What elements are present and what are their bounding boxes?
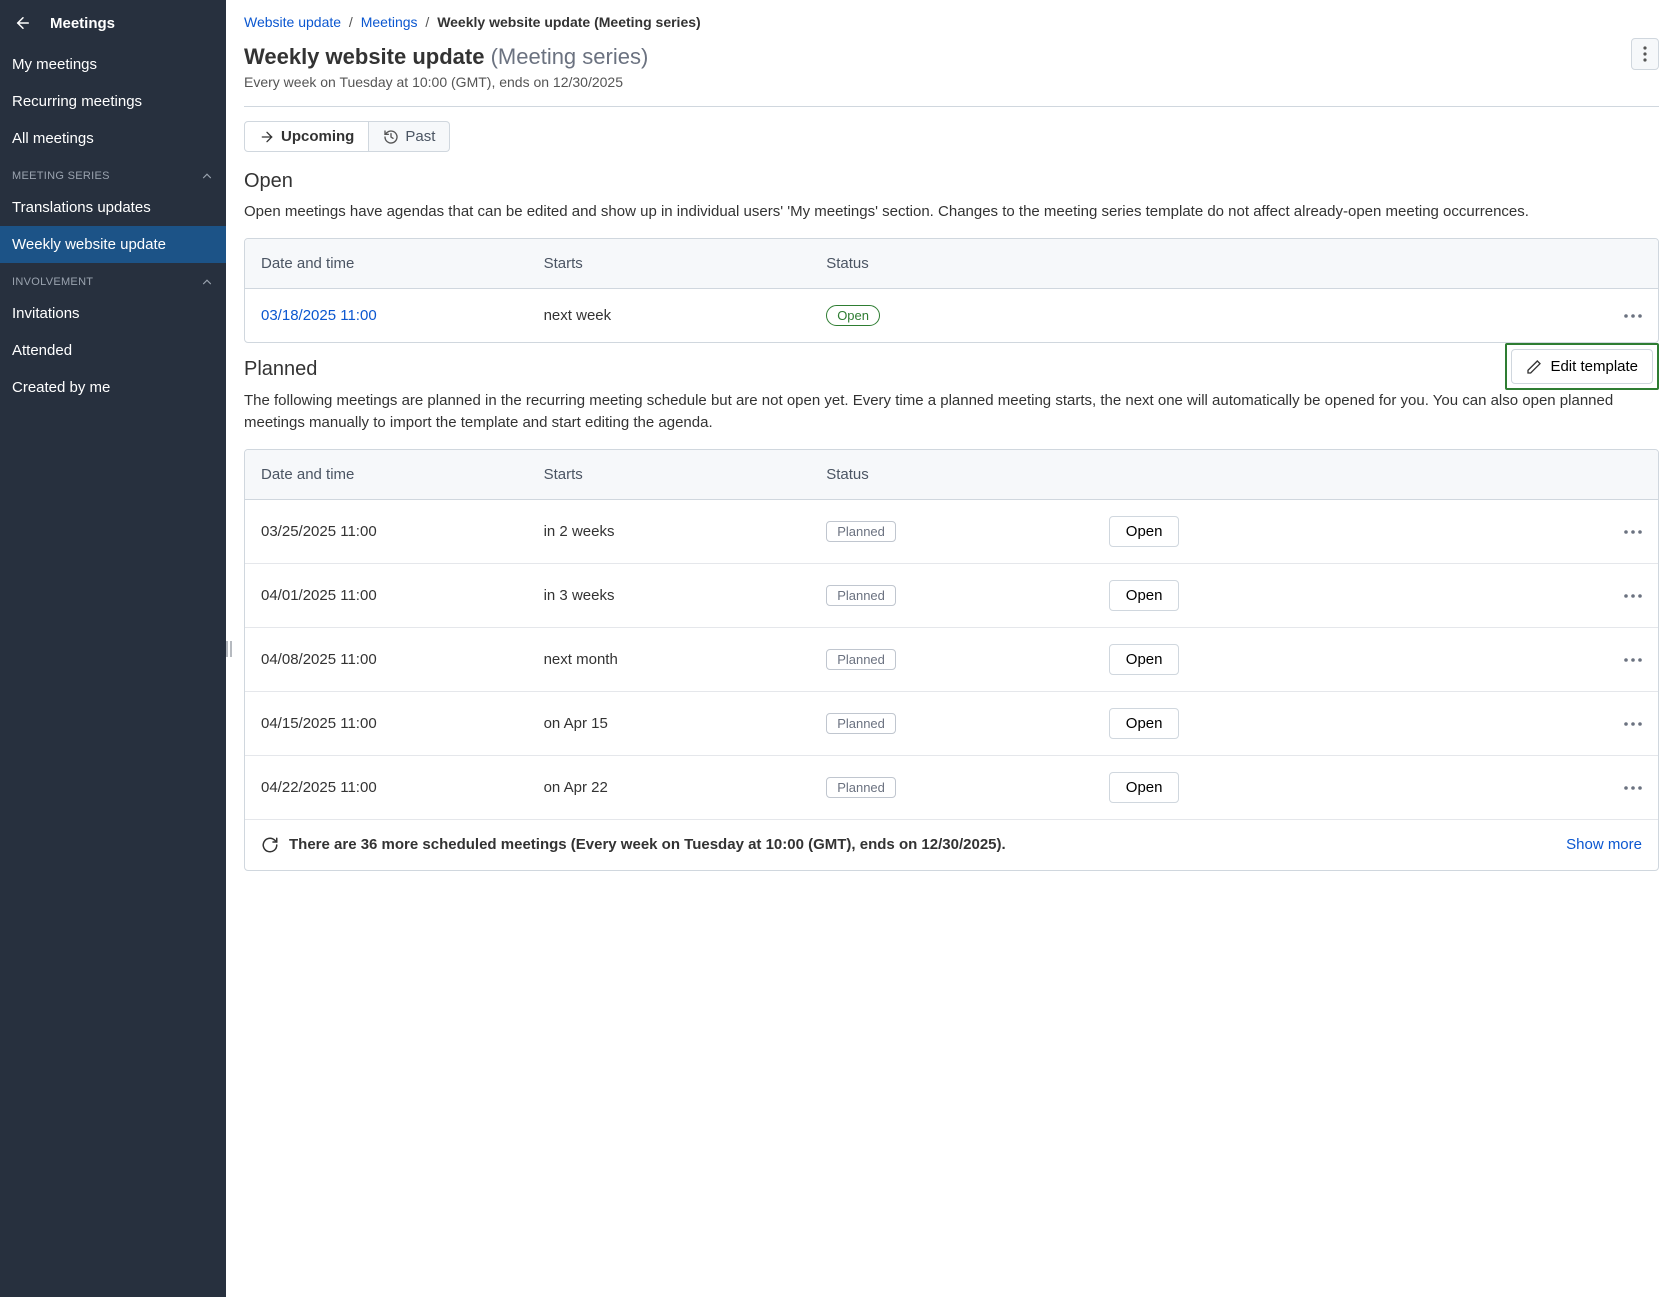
sidebar-item-all-meetings[interactable]: All meetings xyxy=(0,120,226,157)
back-arrow-icon[interactable] xyxy=(14,14,32,32)
open-meetings-table: Date and time Starts Status 03/18/2025 1… xyxy=(244,238,1659,343)
page-title-main: Weekly website update xyxy=(244,44,484,69)
meeting-date: 04/22/2025 11:00 xyxy=(245,755,528,819)
row-more-icon[interactable] xyxy=(1624,651,1642,668)
meeting-starts: next week xyxy=(528,289,811,342)
table-header-row: Date and time Starts Status xyxy=(245,239,1658,289)
meeting-date: 04/01/2025 11:00 xyxy=(245,563,528,627)
col-status: Status xyxy=(810,239,1598,289)
open-meeting-button[interactable]: Open xyxy=(1109,772,1180,803)
page-subtitle: Every week on Tuesday at 10:00 (GMT), en… xyxy=(244,74,1659,90)
status-badge-planned: Planned xyxy=(826,585,896,606)
pencil-icon xyxy=(1526,358,1542,375)
row-more-icon[interactable] xyxy=(1624,523,1642,540)
sidebar-section-label: INVOLVEMENT xyxy=(12,276,93,288)
meeting-starts: next month xyxy=(528,627,811,691)
meeting-date: 03/25/2025 11:00 xyxy=(245,500,528,563)
breadcrumb-link-meetings[interactable]: Meetings xyxy=(361,14,418,30)
breadcrumb-separator: / xyxy=(425,14,429,30)
meeting-starts: in 2 weeks xyxy=(528,500,811,563)
edit-template-highlight: Edit template xyxy=(1505,343,1659,390)
row-more-icon[interactable] xyxy=(1624,587,1642,604)
refresh-icon xyxy=(261,836,279,854)
col-status: Status xyxy=(810,450,1093,500)
tab-upcoming[interactable]: Upcoming xyxy=(244,121,369,152)
open-meeting-button[interactable]: Open xyxy=(1109,516,1180,547)
meeting-date: 04/15/2025 11:00 xyxy=(245,691,528,755)
status-badge-planned: Planned xyxy=(826,777,896,798)
sidebar-item-recurring-meetings[interactable]: Recurring meetings xyxy=(0,83,226,120)
col-open xyxy=(1093,450,1598,500)
open-meeting-button[interactable]: Open xyxy=(1109,644,1180,675)
history-icon xyxy=(383,128,399,145)
planned-description: The following meetings are planned in th… xyxy=(244,390,1659,435)
col-starts: Starts xyxy=(528,239,811,289)
sidebar-section-label: MEETING SERIES xyxy=(12,170,110,182)
edit-template-button[interactable]: Edit template xyxy=(1511,349,1653,384)
planned-meetings-table: Date and time Starts Status 03/25/2025 1… xyxy=(244,449,1659,871)
col-actions xyxy=(1598,450,1658,500)
main-content: Website update / Meetings / Weekly websi… xyxy=(226,0,1677,1297)
breadcrumb-current: Weekly website update (Meeting series) xyxy=(437,14,701,30)
tab-label: Upcoming xyxy=(281,128,354,145)
table-row: 04/15/2025 11:00on Apr 15 Planned Open xyxy=(245,691,1658,755)
chevron-up-icon xyxy=(200,275,214,289)
edit-template-label: Edit template xyxy=(1550,358,1638,375)
breadcrumb: Website update / Meetings / Weekly websi… xyxy=(244,10,1659,38)
sidebar-item-weekly-website-update[interactable]: Weekly website update xyxy=(0,226,226,263)
col-date: Date and time xyxy=(245,450,528,500)
tab-label: Past xyxy=(405,128,435,145)
sidebar-item-attended[interactable]: Attended xyxy=(0,332,226,369)
tab-past[interactable]: Past xyxy=(369,121,450,152)
sidebar-title: Meetings xyxy=(50,15,115,32)
planned-heading: Planned xyxy=(244,358,317,381)
sidebar-header: Meetings xyxy=(0,0,226,46)
status-badge-planned: Planned xyxy=(826,649,896,670)
more-scheduled-text: There are 36 more scheduled meetings (Ev… xyxy=(289,836,1006,853)
show-more-link[interactable]: Show more xyxy=(1566,836,1642,853)
divider xyxy=(244,106,1659,107)
meeting-starts: on Apr 22 xyxy=(528,755,811,819)
meeting-date-link[interactable]: 03/18/2025 11:00 xyxy=(261,307,377,324)
sidebar-item-translations-updates[interactable]: Translations updates xyxy=(0,189,226,226)
status-badge-planned: Planned xyxy=(826,713,896,734)
table-row: 03/25/2025 11:00in 2 weeks Planned Open xyxy=(245,500,1658,563)
row-more-icon[interactable] xyxy=(1624,715,1642,732)
arrow-right-icon xyxy=(259,128,275,145)
meeting-date: 04/08/2025 11:00 xyxy=(245,627,528,691)
open-meeting-button[interactable]: Open xyxy=(1109,708,1180,739)
sidebar-section-meeting-series[interactable]: MEETING SERIES xyxy=(0,157,226,189)
row-more-icon[interactable] xyxy=(1624,779,1642,796)
breadcrumb-link-project[interactable]: Website update xyxy=(244,14,341,30)
table-row: 04/08/2025 11:00next month Planned Open xyxy=(245,627,1658,691)
sidebar-section-involvement[interactable]: INVOLVEMENT xyxy=(0,263,226,295)
page-actions-menu-button[interactable] xyxy=(1631,38,1659,70)
sidebar: Meetings My meetings Recurring meetings … xyxy=(0,0,226,1297)
meeting-starts: on Apr 15 xyxy=(528,691,811,755)
sidebar-resize-handle-icon[interactable] xyxy=(224,639,234,659)
table-row: 04/01/2025 11:00in 3 weeks Planned Open xyxy=(245,563,1658,627)
meeting-starts: in 3 weeks xyxy=(528,563,811,627)
col-actions xyxy=(1598,239,1658,289)
sidebar-item-invitations[interactable]: Invitations xyxy=(0,295,226,332)
table-footer-row: There are 36 more scheduled meetings (Ev… xyxy=(245,819,1658,870)
sidebar-item-created-by-me[interactable]: Created by me xyxy=(0,369,226,406)
tabbar: Upcoming Past xyxy=(244,121,1659,152)
col-starts: Starts xyxy=(528,450,811,500)
sidebar-item-my-meetings[interactable]: My meetings xyxy=(0,46,226,83)
breadcrumb-separator: / xyxy=(349,14,353,30)
open-description: Open meetings have agendas that can be e… xyxy=(244,201,1659,224)
table-header-row: Date and time Starts Status xyxy=(245,450,1658,500)
open-meeting-button[interactable]: Open xyxy=(1109,580,1180,611)
status-badge-planned: Planned xyxy=(826,521,896,542)
status-badge-open: Open xyxy=(826,305,880,326)
open-heading: Open xyxy=(244,170,1659,193)
page-title: Weekly website update (Meeting series) xyxy=(244,44,648,70)
row-more-icon[interactable] xyxy=(1624,307,1642,324)
page-title-suffix: (Meeting series) xyxy=(491,44,649,69)
table-row: 03/18/2025 11:00 next week Open xyxy=(245,289,1658,342)
table-row: 04/22/2025 11:00on Apr 22 Planned Open xyxy=(245,755,1658,819)
col-date: Date and time xyxy=(245,239,528,289)
chevron-up-icon xyxy=(200,169,214,183)
